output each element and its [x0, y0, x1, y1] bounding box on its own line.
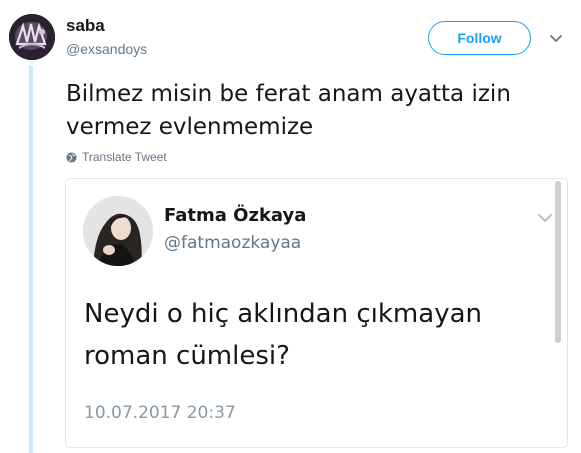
tweet-screenshot: saba @exsandoys Follow Bilmez misin be f… [0, 0, 581, 453]
quoted-user-avatar[interactable] [83, 196, 153, 266]
scrollbar[interactable] [555, 181, 561, 343]
display-name[interactable]: saba [66, 16, 105, 36]
quoted-user-handle[interactable]: @fatmaozkayaa [164, 233, 301, 253]
translate-tweet-link[interactable]: Translate Tweet [66, 150, 167, 164]
quoted-tweet-card[interactable]: Fatma Özkaya @fatmaozkayaa Neydi o hiç a… [65, 178, 568, 448]
translate-label: Translate Tweet [82, 150, 167, 164]
thread-line [29, 66, 33, 453]
user-avatar[interactable] [9, 14, 55, 60]
profile-photo-icon [9, 14, 55, 60]
globe-icon [66, 151, 77, 163]
quoted-display-name[interactable]: Fatma Özkaya [164, 205, 306, 226]
tweet-text: Bilmez misin be ferat anam ayatta izin v… [66, 81, 511, 140]
quoted-tweet-text: Neydi o hiç aklından çıkmayan roman cüml… [84, 299, 482, 371]
quoted-tweet-timestamp[interactable]: 10.07.2017 20:37 [84, 403, 236, 423]
chevron-down-icon[interactable] [536, 209, 554, 227]
chevron-down-icon[interactable] [548, 30, 564, 46]
profile-photo-icon [83, 196, 153, 266]
user-handle[interactable]: @exsandoys [66, 40, 147, 58]
follow-button[interactable]: Follow [428, 21, 531, 55]
